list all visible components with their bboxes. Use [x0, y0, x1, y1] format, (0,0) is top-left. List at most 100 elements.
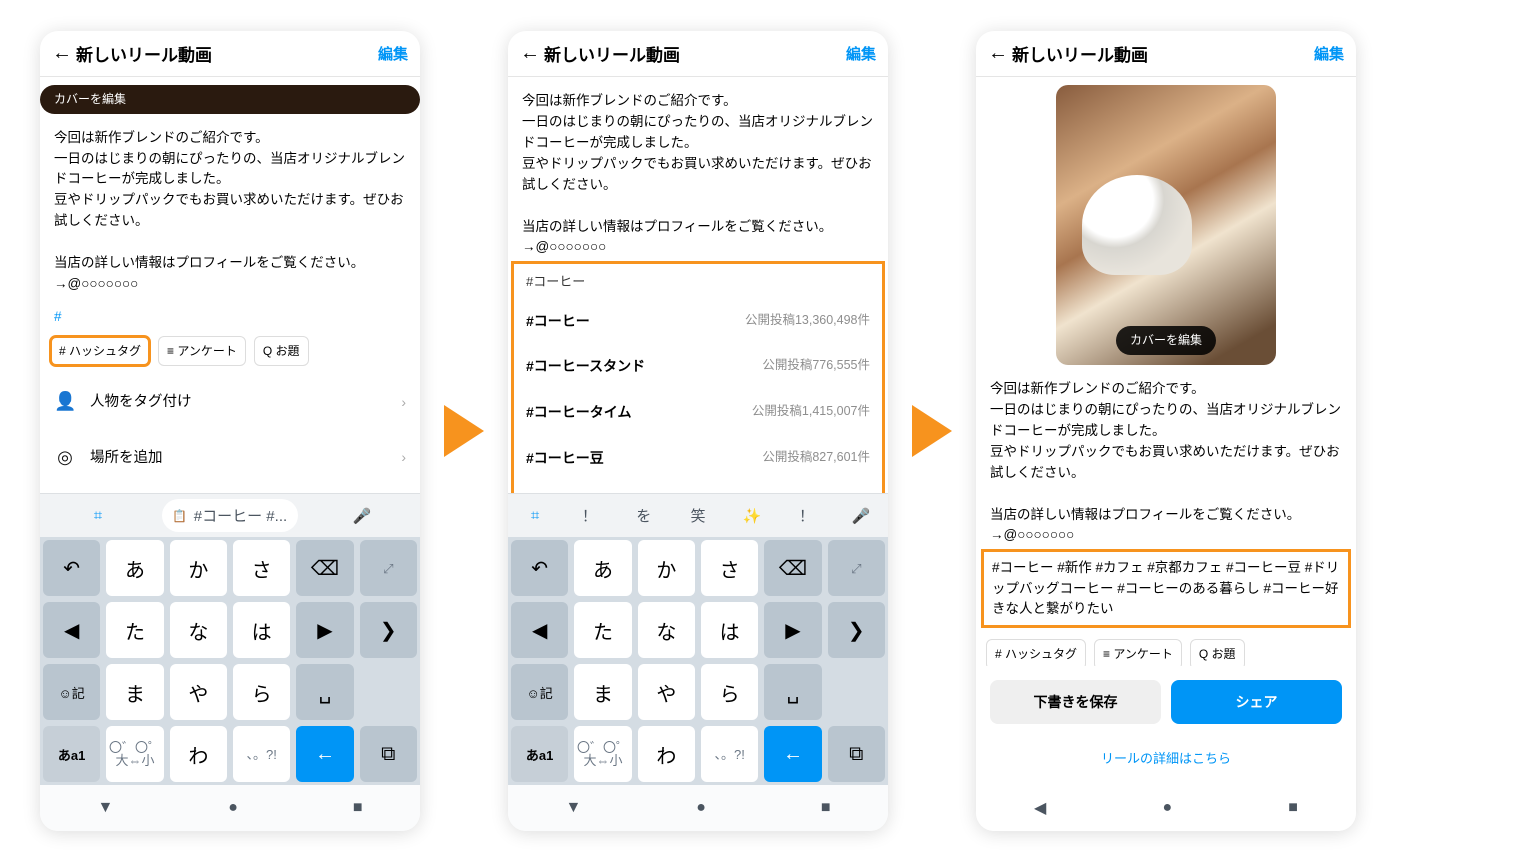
key-undo[interactable]: ↶ [43, 540, 100, 596]
edit-cover-button[interactable]: カバーを編集 [40, 85, 420, 114]
key-ma[interactable]: ま [106, 664, 163, 720]
hashtag-suggestion[interactable]: #コーヒーゼリー公開投稿455,293件 [512, 481, 884, 493]
hashtag-chip[interactable]: # ハッシュタグ [50, 336, 150, 367]
key-emoji[interactable]: ☺記 [43, 664, 100, 720]
key-size[interactable]: 〇゛〇゜ 大⇔小 [106, 726, 163, 782]
edit-button[interactable]: 編集 [1314, 43, 1344, 64]
nav-recent-icon[interactable]: ■ [1288, 799, 1298, 817]
key-backspace[interactable]: ⌫ [296, 540, 353, 596]
kb-apps-icon[interactable]: ⌗ [508, 507, 562, 524]
mic-icon[interactable]: 🎤 [304, 507, 420, 525]
key-ma[interactable]: ま [574, 664, 631, 720]
key-ka[interactable]: か [638, 540, 695, 596]
key-ha[interactable]: は [233, 602, 290, 658]
key-split[interactable]: ⧉ [828, 726, 885, 782]
screen-1: ← 新しいリール動画 編集 カバーを編集 今回は新作ブレンドのご紹介です。 一日… [40, 31, 420, 831]
back-icon[interactable]: ← [52, 42, 76, 65]
nav-home-icon[interactable]: ● [696, 799, 706, 817]
key-punct[interactable]: 、。?! [701, 726, 758, 782]
nav-recent-icon[interactable]: ■ [821, 799, 831, 817]
nav-back-icon[interactable]: ◀ [1034, 798, 1046, 818]
key-backspace[interactable]: ⌫ [764, 540, 821, 596]
kb-suggest[interactable]: ！ [562, 505, 616, 526]
kb-suggest[interactable]: ！ [779, 505, 833, 526]
back-icon[interactable]: ← [988, 42, 1012, 65]
audience-option[interactable]: 👁共有範囲フォロワー› [40, 486, 420, 493]
key-ha[interactable]: は [701, 602, 758, 658]
key-ta[interactable]: た [106, 602, 163, 658]
key-ya[interactable]: や [170, 664, 227, 720]
key-enter[interactable]: ← [296, 726, 353, 782]
key-mode[interactable]: あa1 [43, 726, 100, 782]
key-ka[interactable]: か [170, 540, 227, 596]
save-draft-button[interactable]: 下書きを保存 [990, 680, 1161, 724]
key-size[interactable]: 〇゛〇゜ 大⇔小 [574, 726, 631, 782]
key-na[interactable]: な [170, 602, 227, 658]
key-next[interactable]: ❯ [360, 602, 417, 658]
key-ra[interactable]: ら [233, 664, 290, 720]
key-split[interactable]: ⧉ [360, 726, 417, 782]
edit-button[interactable]: 編集 [846, 43, 876, 64]
key-na[interactable]: な [638, 602, 695, 658]
poll-chip[interactable]: ≡ アンケート [158, 336, 246, 367]
key-a[interactable]: あ [106, 540, 163, 596]
key-ya[interactable]: や [638, 664, 695, 720]
reel-details-link[interactable]: リールの詳細はこちら [976, 738, 1356, 785]
poll-chip[interactable]: ≡ アンケート [1094, 639, 1182, 666]
kb-suggest[interactable]: を [617, 505, 671, 526]
add-location-option[interactable]: ◎場所を追加› [40, 430, 420, 486]
key-left[interactable]: ◀ [511, 602, 568, 658]
hashtag-suggestion[interactable]: #コーヒータイム公開投稿1,415,007件 [512, 390, 884, 436]
key-punct[interactable]: 、。?! [233, 726, 290, 782]
key-ta[interactable]: た [574, 602, 631, 658]
key-expand[interactable]: ⤢ [360, 540, 417, 596]
key-a[interactable]: あ [574, 540, 631, 596]
caption-text[interactable]: 今回は新作ブレンドのご紹介です。 一日のはじまりの朝にぴったりの、当店オリジナル… [522, 91, 874, 258]
key-ra[interactable]: ら [701, 664, 758, 720]
key-emoji[interactable]: ☺記 [511, 664, 568, 720]
caption-cursor[interactable]: # [54, 307, 406, 328]
nav-back-icon[interactable]: ▼ [565, 799, 581, 817]
screen-2: ← 新しいリール動画 編集 今回は新作ブレンドのご紹介です。 一日のはじまりの朝… [508, 31, 888, 831]
keyboard-suggestion-bar: ⌗ ！ を 笑 ✨ ！ 🎤 [508, 493, 888, 537]
edit-button[interactable]: 編集 [378, 43, 408, 64]
kb-apps-icon[interactable]: ⌗ [40, 507, 156, 524]
clipboard-suggestion[interactable]: 📋 #コーヒー #... [162, 499, 298, 532]
hashtag-chip[interactable]: # ハッシュタグ [986, 639, 1086, 666]
kb-suggest[interactable]: 笑 [671, 505, 725, 526]
final-hashtags[interactable]: #コーヒー #新作 #カフェ #京都カフェ #コーヒー豆 #ドリップバッグコーヒ… [982, 550, 1350, 627]
topic-chip[interactable]: Q お題 [1190, 639, 1245, 666]
key-sa[interactable]: さ [233, 540, 290, 596]
caption-text[interactable]: 今回は新作ブレンドのご紹介です。 一日のはじまりの朝にぴったりの、当店オリジナル… [990, 379, 1342, 546]
key-sa[interactable]: さ [701, 540, 758, 596]
key-wa[interactable]: わ [170, 726, 227, 782]
share-button[interactable]: シェア [1171, 680, 1342, 724]
nav-recent-icon[interactable]: ■ [353, 799, 363, 817]
key-expand[interactable]: ⤢ [828, 540, 885, 596]
caption-text[interactable]: 今回は新作ブレンドのご紹介です。 一日のはじまりの朝にぴったりの、当店オリジナル… [54, 128, 406, 295]
kb-suggest[interactable]: ✨ [725, 507, 779, 525]
hashtag-suggestion[interactable]: #コーヒー豆公開投稿827,601件 [512, 436, 884, 482]
key-right[interactable]: ▶ [296, 602, 353, 658]
typed-hashtag[interactable]: #コーヒー [512, 264, 884, 298]
key-right[interactable]: ▶ [764, 602, 821, 658]
nav-home-icon[interactable]: ● [1162, 799, 1172, 817]
key-space[interactable]: ␣ [764, 664, 821, 720]
key-mode[interactable]: あa1 [511, 726, 568, 782]
reel-cover-preview[interactable]: カバーを編集 [1056, 85, 1276, 365]
key-left[interactable]: ◀ [43, 602, 100, 658]
topic-chip[interactable]: Q お題 [254, 336, 309, 367]
mic-icon[interactable]: 🎤 [834, 507, 888, 525]
key-next[interactable]: ❯ [828, 602, 885, 658]
tag-people-option[interactable]: 👤人物をタグ付け› [40, 374, 420, 430]
hashtag-suggestion[interactable]: #コーヒー公開投稿13,360,498件 [512, 299, 884, 345]
key-space[interactable]: ␣ [296, 664, 353, 720]
nav-back-icon[interactable]: ▼ [97, 799, 113, 817]
nav-home-icon[interactable]: ● [228, 799, 238, 817]
hashtag-suggestion[interactable]: #コーヒースタンド公開投稿776,555件 [512, 344, 884, 390]
back-icon[interactable]: ← [520, 42, 544, 65]
key-undo[interactable]: ↶ [511, 540, 568, 596]
edit-cover-button[interactable]: カバーを編集 [1116, 326, 1216, 355]
key-wa[interactable]: わ [638, 726, 695, 782]
key-enter[interactable]: ← [764, 726, 821, 782]
